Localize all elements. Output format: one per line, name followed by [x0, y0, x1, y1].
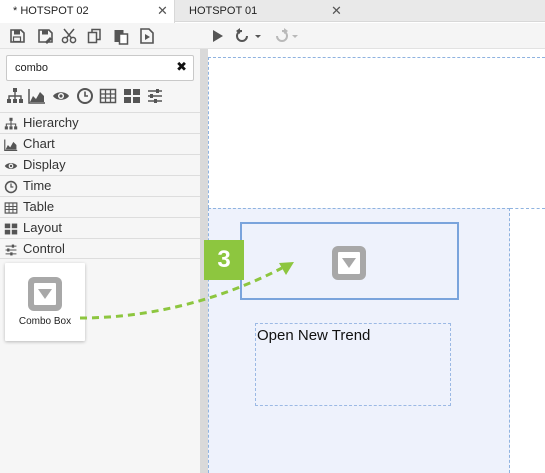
step-badge: 3 — [204, 240, 244, 280]
drag-arrow — [79, 262, 294, 320]
